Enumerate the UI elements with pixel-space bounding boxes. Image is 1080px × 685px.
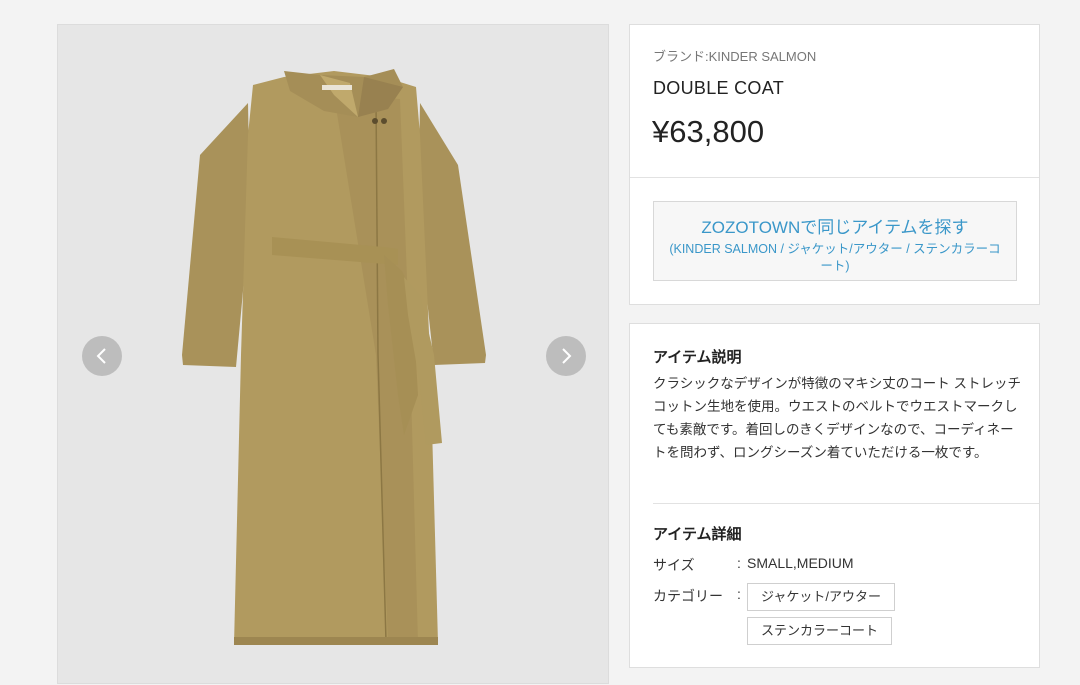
size-colon: : — [737, 555, 741, 571]
zozotown-search-title: ZOZOTOWNで同じアイテムを探す — [701, 218, 969, 237]
product-image-gallery — [57, 24, 609, 684]
category-tag-stencollar-coat[interactable]: ステンカラーコート — [747, 617, 893, 645]
coat-product-image — [182, 69, 486, 645]
chevron-left-icon — [96, 348, 106, 364]
category-label: カテゴリー — [653, 588, 723, 604]
category-tag-jacket-outer[interactable]: ジャケット/アウター — [747, 583, 895, 611]
product-price: ¥63,800 — [652, 114, 765, 149]
divider — [653, 503, 1039, 504]
zozotown-search-button[interactable]: ZOZOTOWNで同じアイテムを探す (KINDER SALMON / ジャケッ… — [653, 201, 1017, 281]
gallery-prev-button[interactable] — [82, 336, 122, 376]
description-text: クラシックなデザインが特徴のマキシ丈のコート ストレッチコットン生地を使用。ウエ… — [653, 376, 1021, 460]
category-colon: : — [737, 586, 741, 602]
zozotown-search-subtitle: (KINDER SALMON / ジャケット/アウター / ステンカラーコート) — [669, 242, 1001, 273]
size-label: サイズ — [653, 557, 695, 573]
chevron-right-icon — [562, 348, 572, 364]
brand-label: ブランド:KINDER SALMON — [653, 49, 817, 64]
divider — [630, 177, 1039, 178]
gallery-next-button[interactable] — [546, 336, 586, 376]
details-heading: アイテム詳細 — [653, 526, 742, 543]
item-description-card: アイテム説明 クラシックなデザインが特徴のマキシ丈のコート ストレッチコットン生… — [629, 323, 1040, 668]
product-info-card: ブランド:KINDER SALMON DOUBLE COAT ¥63,800 Z… — [629, 24, 1040, 305]
product-name: DOUBLE COAT — [653, 78, 784, 98]
size-value: SMALL,MEDIUM — [747, 555, 854, 571]
description-heading: アイテム説明 — [653, 349, 742, 366]
